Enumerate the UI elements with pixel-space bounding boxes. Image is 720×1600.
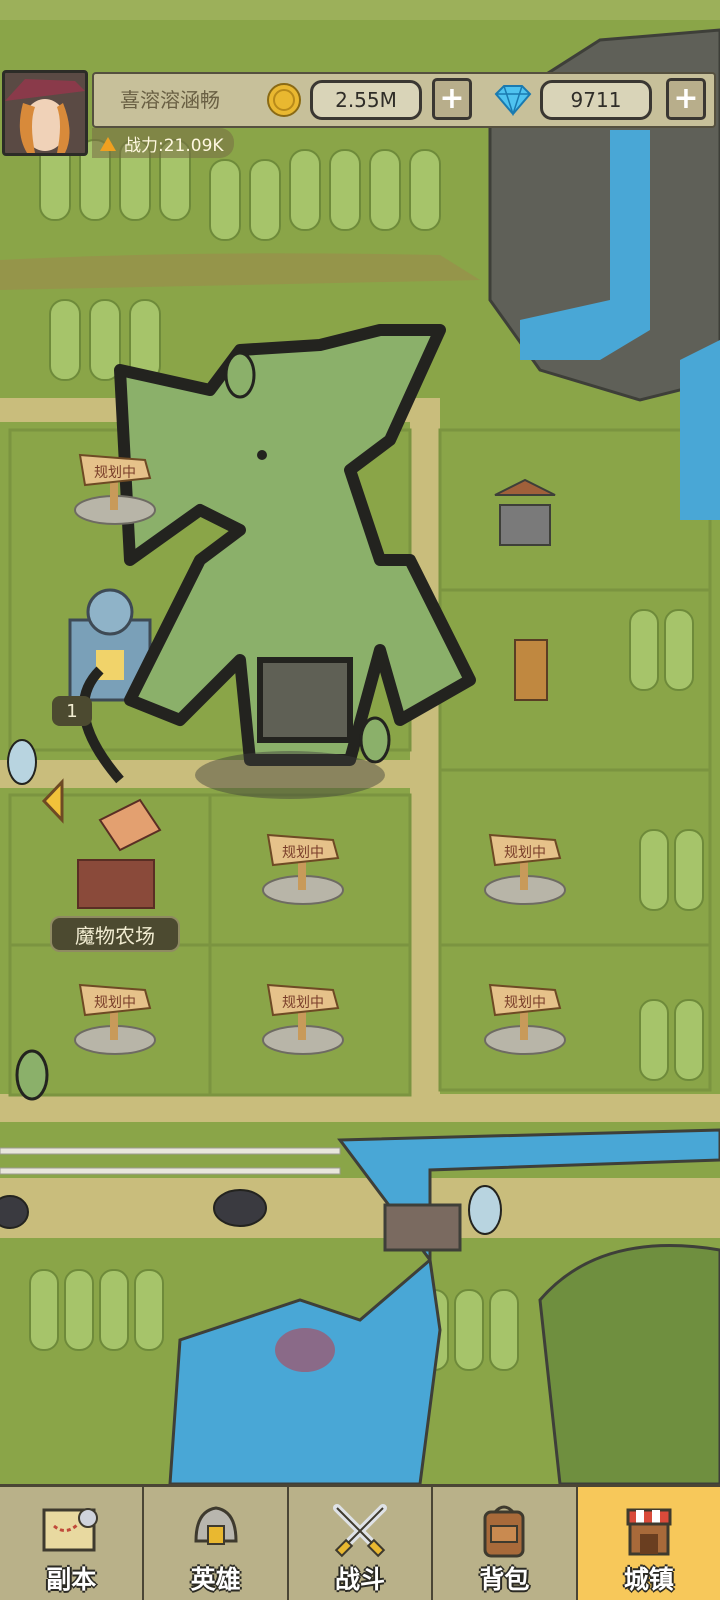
building-level-badge: 1 <box>52 696 92 726</box>
planning-sign[interactable]: 规划中 <box>70 440 160 530</box>
svg-text:规划中: 规划中 <box>94 995 136 1011</box>
add-gem-button[interactable]: + <box>666 78 706 120</box>
planning-sign[interactable]: 规划中 <box>480 820 570 910</box>
tab-label: 城镇 <box>623 1565 674 1594</box>
combat-power-label: 战力:21.09K <box>124 135 224 156</box>
planning-sign[interactable]: 规划中 <box>258 820 348 910</box>
tab-backpack[interactable]: 背包 <box>433 1487 578 1600</box>
tab-town[interactable]: 城镇 <box>577 1487 720 1600</box>
svg-text:规划中: 规划中 <box>94 465 136 481</box>
map-scroll-icon <box>42 1508 99 1552</box>
svg-text:规划中: 规划中 <box>504 995 546 1011</box>
shop-stall-icon <box>626 1508 672 1556</box>
gold-coin-icon <box>267 83 301 117</box>
scroll-left-arrow-icon[interactable] <box>40 778 66 824</box>
add-gold-button[interactable]: + <box>432 78 472 120</box>
tab-label: 英雄 <box>190 1565 241 1594</box>
helmet-icon <box>194 1506 238 1545</box>
player-name[interactable]: 喜溶溶涵畅 <box>120 84 220 113</box>
top-hud: 喜溶溶涵畅 2.55M + 9711 + 战力:21.09K <box>0 68 720 164</box>
planning-sign[interactable]: 规划中 <box>480 970 570 1060</box>
svg-text:规划中: 规划中 <box>282 845 324 861</box>
gem-amount: 9711 <box>540 80 652 120</box>
svg-text:规划中: 规划中 <box>504 845 546 861</box>
map-background <box>0 0 720 1484</box>
combat-power: 战力:21.09K <box>92 128 234 158</box>
power-icon <box>100 137 116 151</box>
tab-label: 战斗 <box>335 1565 386 1594</box>
avatar[interactable] <box>2 70 88 156</box>
tab-battle[interactable]: 战斗 <box>289 1487 434 1600</box>
gem-icon <box>494 85 532 116</box>
crossed-swords-icon <box>333 1504 388 1558</box>
gold-amount: 2.55M <box>310 80 422 120</box>
planning-sign[interactable]: 规划中 <box>258 970 348 1060</box>
svg-text:规划中: 规划中 <box>282 995 324 1011</box>
monster-farm-label[interactable]: 魔物农场 <box>50 916 180 952</box>
planning-sign[interactable]: 规划中 <box>70 970 160 1060</box>
tab-dungeon[interactable]: 副本 <box>0 1487 145 1600</box>
tab-label: 背包 <box>479 1565 530 1594</box>
tab-heroes[interactable]: 英雄 <box>144 1487 289 1600</box>
backpack-icon <box>483 1505 525 1558</box>
bottom-navigation: 副本 英雄 战斗 背包 城镇 <box>0 1484 720 1600</box>
tab-label: 副本 <box>46 1565 97 1594</box>
town-map[interactable]: 规划中 规划中 规划中 规划中 规划中 规划中 1 魔物农场 <box>0 0 720 1484</box>
